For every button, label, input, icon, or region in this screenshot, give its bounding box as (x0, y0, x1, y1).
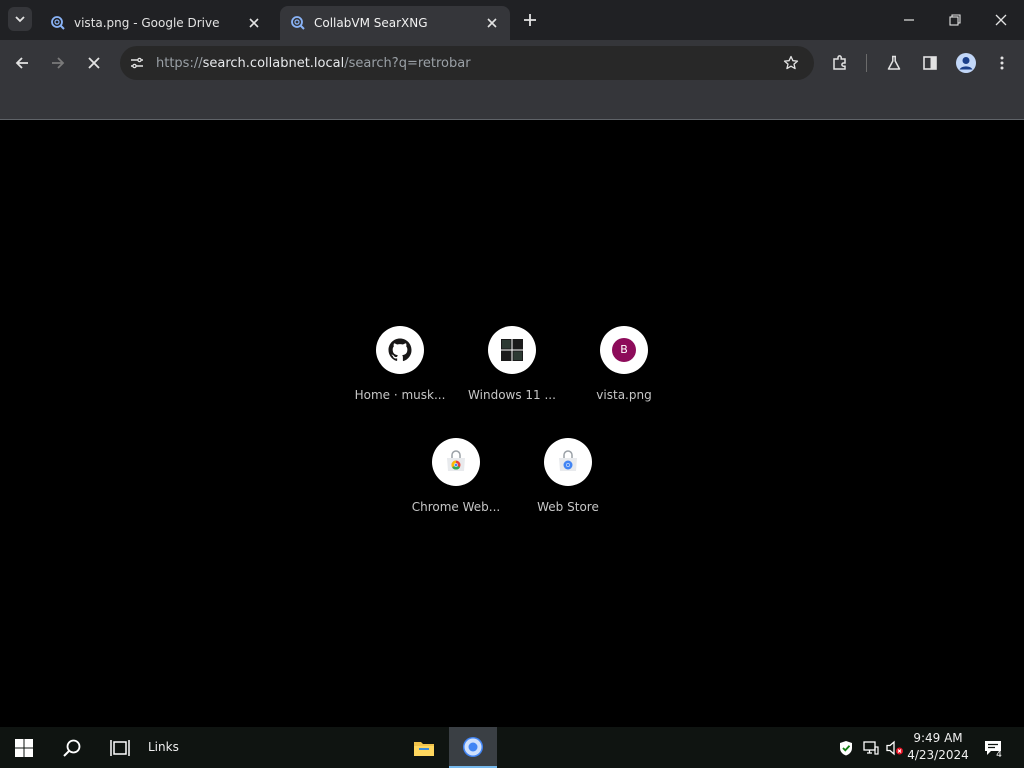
close-icon (995, 14, 1007, 26)
minimize-button[interactable] (886, 0, 932, 40)
extensions-button[interactable] (826, 49, 854, 77)
chrome-icon (463, 737, 483, 757)
shortcut-label: Windows 11 ... (468, 388, 556, 402)
shortcut-icon-circle (488, 326, 536, 374)
stop-loading-button[interactable] (80, 49, 108, 77)
tab-search-button[interactable] (8, 7, 32, 31)
shortcut-tile[interactable]: Chrome Web... (401, 438, 511, 514)
close-icon (88, 57, 100, 69)
tab-google-drive[interactable]: vista.png - Google Drive (40, 6, 272, 40)
shield-icon (840, 740, 852, 755)
action-center-button[interactable] (978, 727, 1008, 768)
chrome-web-store-icon (559, 450, 577, 471)
puzzle-icon (833, 55, 846, 70)
network-tray-icon[interactable] (860, 727, 882, 768)
forward-button[interactable] (44, 49, 72, 77)
close-icon[interactable] (484, 15, 500, 31)
task-view-icon (110, 739, 130, 756)
bookmark-star-button[interactable] (780, 52, 802, 74)
profile-button[interactable] (952, 49, 980, 77)
minimize-icon (904, 19, 914, 21)
tab-strip: vista.png - Google Drive CollabVM SearXN… (0, 0, 1024, 40)
close-icon[interactable] (246, 15, 262, 31)
arrow-left-icon (15, 57, 28, 69)
back-button[interactable] (8, 49, 36, 77)
chrome-taskbar-button[interactable] (449, 727, 497, 768)
chevron-down-icon (15, 16, 25, 23)
searxng-icon (51, 16, 65, 30)
windows-logo-icon (501, 339, 523, 361)
shortcut-icon-circle (376, 326, 424, 374)
toolbar-divider (866, 54, 867, 72)
letter-avatar-icon: B (612, 338, 636, 362)
search-icon (63, 739, 81, 757)
security-tray-icon[interactable] (836, 727, 856, 768)
plus-icon (524, 14, 536, 26)
tab-title: CollabVM SearXNG (314, 16, 428, 30)
github-icon (388, 338, 412, 362)
volume-tray-icon[interactable] (884, 727, 906, 768)
new-tab-button[interactable] (518, 8, 542, 32)
tab-collabvm-searxng[interactable]: CollabVM SearXNG (280, 6, 510, 40)
site-info-icon[interactable] (126, 52, 148, 74)
shortcut-label: Chrome Web... (411, 500, 501, 514)
search-button[interactable] (48, 727, 96, 768)
clock-date: 4/23/2024 (907, 748, 969, 762)
windows-taskbar: Links 9:49 AM 4/23/2024 4 (0, 727, 1024, 768)
shortcut-label: Web Store (537, 500, 599, 514)
url-scheme: https:// (156, 55, 203, 71)
folder-icon (414, 741, 434, 756)
shortcut-icon-circle (432, 438, 480, 486)
notification-count-badge: 4 (996, 750, 1002, 760)
system-clock[interactable]: 9:49 AM 4/23/2024 (906, 730, 970, 764)
more-vertical-icon (1000, 56, 1004, 70)
network-icon (863, 740, 879, 755)
address-bar[interactable]: https://search.collabnet.local/search?q=… (120, 46, 814, 80)
clock-time: 9:49 AM (913, 731, 963, 745)
file-explorer-button[interactable] (400, 727, 448, 768)
url-path: /search?q=retrobar (344, 55, 471, 71)
bookmarks-bar (0, 86, 1024, 120)
star-icon (783, 55, 799, 70)
searxng-icon (291, 16, 305, 30)
flask-icon (887, 55, 901, 70)
start-button[interactable] (0, 727, 48, 768)
shortcut-tile[interactable]: B vista.png (569, 326, 679, 402)
links-toolbar-label[interactable]: Links (148, 740, 179, 754)
shortcut-label: vista.png (596, 388, 652, 402)
speaker-muted-icon (886, 740, 903, 755)
shortcut-label: Home · musk... (354, 388, 446, 402)
shortcut-icon-circle (544, 438, 592, 486)
restore-icon (949, 14, 961, 26)
windows-logo-icon (15, 738, 33, 757)
shortcut-icon-circle: B (600, 326, 648, 374)
url-host: search.collabnet.local (202, 55, 345, 71)
new-tab-page: Home · musk... Windows 11 ... B vista.pn… (0, 121, 1024, 727)
restore-button[interactable] (932, 0, 978, 40)
side-panel-button[interactable] (916, 49, 944, 77)
tab-title: vista.png - Google Drive (74, 16, 220, 30)
url-text[interactable]: https://search.collabnet.local/search?q=… (156, 56, 471, 71)
browser-toolbar: https://search.collabnet.local/search?q=… (0, 40, 1024, 86)
task-view-button[interactable] (96, 727, 144, 768)
labs-button[interactable] (880, 49, 908, 77)
shortcut-tile[interactable]: Windows 11 ... (457, 326, 567, 402)
close-window-button[interactable] (978, 0, 1024, 40)
arrow-right-icon (52, 57, 65, 69)
chrome-web-store-icon (447, 450, 465, 471)
avatar-icon (956, 53, 976, 73)
shortcut-tile[interactable]: Web Store (513, 438, 623, 514)
side-panel-icon (923, 56, 937, 70)
menu-button[interactable] (988, 49, 1016, 77)
shortcut-tile[interactable]: Home · musk... (345, 326, 455, 402)
